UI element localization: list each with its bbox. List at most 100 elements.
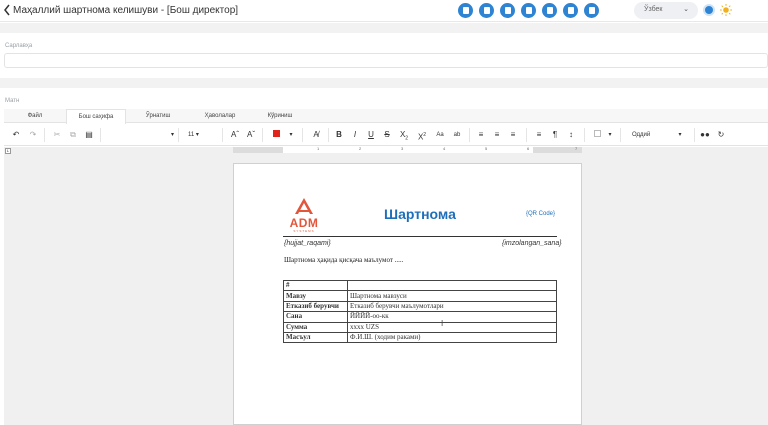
- replace-icon[interactable]: ↻: [716, 129, 726, 141]
- document-title: Шартнома: [384, 206, 456, 222]
- separator: [526, 128, 527, 142]
- sun-icon[interactable]: [720, 4, 732, 16]
- subject-label: Сарлавҳа: [5, 43, 33, 49]
- edit-doc-icon[interactable]: [479, 3, 494, 18]
- superscript-icon[interactable]: X2: [416, 129, 428, 142]
- calendar-icon[interactable]: [521, 3, 536, 18]
- page-title: Маҳаллий шартнома келишуви - [Бош директ…: [13, 5, 239, 16]
- line-spacing-icon[interactable]: ↕: [566, 129, 576, 141]
- numbered-list-icon[interactable]: ≡: [492, 129, 502, 141]
- table-key: Сана: [283, 311, 348, 323]
- table-row: Масъул Ф.И.Ш. (ходим раками): [283, 331, 557, 344]
- grow-font-icon[interactable]: Aˆ: [230, 129, 240, 141]
- header-rule: [283, 236, 557, 237]
- text-cursor-icon: I: [441, 319, 444, 328]
- top-bar: Маҳаллий шартнома келишуви - [Бош директ…: [0, 0, 768, 22]
- separator: [694, 128, 695, 142]
- separator: [100, 128, 101, 142]
- font-size-value: 11: [188, 132, 195, 138]
- shading-icon[interactable]: [592, 129, 602, 141]
- table-value[interactable]: xxxx UZS: [347, 321, 557, 333]
- calendar-edit-icon[interactable]: [584, 3, 599, 18]
- subject-input[interactable]: [4, 53, 768, 68]
- multilevel-list-icon[interactable]: ≡: [508, 129, 518, 141]
- shrink-font-icon[interactable]: Aˇ: [246, 129, 256, 141]
- divider-band: [0, 23, 768, 33]
- undo-icon[interactable]: ↶: [11, 129, 21, 141]
- tab-file[interactable]: Файл: [14, 109, 56, 123]
- redo-icon[interactable]: ↷: [28, 129, 38, 141]
- copy-icon[interactable]: ⧉: [68, 129, 78, 141]
- logo-subtext: SYSTEMS: [293, 229, 315, 233]
- table-key: Сумма: [283, 321, 348, 333]
- summary-text: Шартнома ҳақида қисқача маълумот .....: [284, 256, 404, 264]
- separator: [469, 128, 470, 142]
- tab-references[interactable]: Ҳаволалар: [196, 109, 244, 123]
- bullet-list-icon[interactable]: ≡: [476, 129, 486, 141]
- ruler-number: 5: [485, 146, 488, 151]
- car-icon[interactable]: [542, 3, 557, 18]
- shading-dropdown-icon[interactable]: ▾: [606, 129, 614, 141]
- globe-icon[interactable]: [703, 4, 715, 16]
- subscript-icon[interactable]: X2: [398, 129, 410, 142]
- separator: [328, 128, 329, 142]
- table-key: Етказиб берувчи: [283, 300, 348, 313]
- logo-text: ADM: [289, 216, 319, 230]
- document-number-placeholder: {hujjat_raqami}: [284, 240, 331, 247]
- table-row: Мавзу Шартнома мавзуси: [283, 290, 557, 302]
- tab-stop-icon[interactable]: L: [5, 148, 11, 154]
- table-value[interactable]: [347, 279, 557, 292]
- table-row: Сумма xxxx UZS: [283, 321, 557, 333]
- chevron-down-icon: ⌄: [683, 6, 689, 13]
- back-arrow-icon[interactable]: [3, 4, 11, 16]
- tab-home[interactable]: Бош саҳифа: [66, 109, 126, 124]
- font-color-dropdown-icon[interactable]: ▾: [287, 129, 295, 141]
- table-key: Мавзу: [283, 290, 348, 302]
- separator: [302, 128, 303, 142]
- ruler-number: 2: [359, 146, 362, 151]
- table-value[interactable]: Шартнома мавзуси: [347, 290, 557, 302]
- content-label: Матн: [5, 98, 20, 104]
- italic-icon[interactable]: I: [350, 129, 360, 141]
- clear-format-icon[interactable]: A̸: [311, 129, 321, 141]
- save-doc-icon[interactable]: [500, 3, 515, 18]
- separator: [584, 128, 585, 142]
- ruler-number: 6: [527, 146, 530, 151]
- ruler-text-area: [283, 147, 533, 153]
- table-key: #: [283, 279, 348, 292]
- strikethrough-icon[interactable]: S: [382, 129, 392, 141]
- table-value[interactable]: ЙЙЙЙ-оо-кк: [347, 311, 557, 323]
- font-size-select[interactable]: 11 ▾: [188, 129, 210, 141]
- table-row: #: [283, 279, 557, 292]
- document-icon[interactable]: [458, 3, 473, 18]
- calendar-check-icon[interactable]: [563, 3, 578, 18]
- highlight-icon[interactable]: ab: [451, 129, 463, 141]
- paste-icon[interactable]: ▤: [84, 129, 94, 141]
- language-select[interactable]: Ўзбек ⌄: [634, 2, 698, 19]
- tab-view[interactable]: Кўриниш: [256, 109, 304, 123]
- ribbon-tabs: Файл Бош саҳифа Ўрнатиш Ҳаволалар Кўрини…: [4, 109, 768, 124]
- table-key: Масъул: [283, 331, 348, 344]
- separator: [44, 128, 45, 142]
- table-value[interactable]: Ф.И.Ш. (ходим раками): [347, 331, 557, 344]
- language-value: Ўзбек: [644, 6, 663, 13]
- style-value: Оддий: [632, 132, 651, 138]
- tab-insert[interactable]: Ўрнатиш: [134, 109, 182, 123]
- change-case-icon[interactable]: Aa: [434, 129, 446, 141]
- formatting-toolbar: ↶ ↷ ✂ ⧉ ▤ ▾ 11 ▾ Aˆ Aˇ ▾ A̸ B I U S X2 X…: [4, 124, 768, 146]
- underline-icon[interactable]: U: [366, 129, 376, 141]
- align-icon[interactable]: ≡: [534, 129, 544, 141]
- find-icon[interactable]: ●●: [700, 129, 710, 141]
- separator: [222, 128, 223, 142]
- cut-icon[interactable]: ✂: [52, 129, 62, 141]
- header-actions: [458, 3, 599, 18]
- table-row: Етказиб берувчи Етказиб берувчи маълумотл…: [283, 300, 557, 313]
- font-family-select[interactable]: ▾: [108, 129, 174, 141]
- separator: [262, 128, 263, 142]
- style-dropdown-icon[interactable]: ▾: [676, 129, 684, 141]
- bold-icon[interactable]: B: [334, 129, 344, 141]
- table-value[interactable]: Етказиб берувчи маълумотлари: [347, 300, 557, 313]
- paragraph-mark-icon[interactable]: ¶: [550, 129, 560, 141]
- font-color-icon[interactable]: [272, 129, 280, 141]
- company-logo: ADM SYSTEMS: [283, 196, 325, 234]
